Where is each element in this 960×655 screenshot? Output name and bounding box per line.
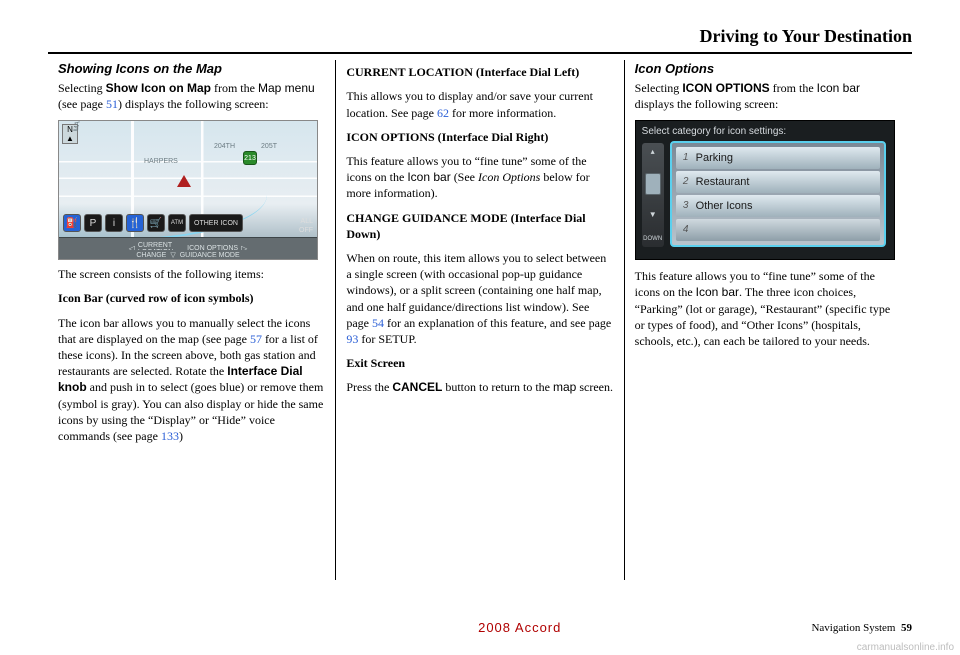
parking-icon[interactable]: P xyxy=(84,214,102,232)
map-screenshot: N▲ 204TH 205T HARPERS MADRID 213 ⛽ P i 🍴… xyxy=(58,120,318,260)
col2-h3: CHANGE GUIDANCE MODE (Interface Dial Dow… xyxy=(346,210,613,242)
road-label-205: 205T xyxy=(261,143,277,150)
all-off-label[interactable]: ALLOFF xyxy=(299,218,313,235)
road-label-204: 204TH xyxy=(214,143,235,150)
map-bottom-bar-2: CHANGE▽GUIDANCE MODE xyxy=(59,250,317,260)
change-label[interactable]: CHANGE xyxy=(136,252,166,259)
icon-options-screenshot: Select category for icon settings: ▴ ▼ D… xyxy=(635,120,895,260)
column-3: Icon Options Selecting ICON OPTIONS from… xyxy=(624,60,912,580)
column-2: CURRENT LOCATION (Interface Dial Left) T… xyxy=(335,60,623,580)
col2-p1: This allows you to display and/or save y… xyxy=(346,88,613,120)
page-link-133[interactable]: 133 xyxy=(161,429,179,443)
scroll-thumb[interactable] xyxy=(645,173,661,195)
col1-p2: The screen consists of the following ite… xyxy=(58,266,325,282)
opt-row-parking[interactable]: 1Parking xyxy=(676,147,880,169)
col2-p2: This feature allows you to “fine tune” s… xyxy=(346,153,613,202)
page-title: Driving to Your Destination xyxy=(699,24,912,48)
col1-intro: Selecting Show Icon on Map from the Map … xyxy=(58,80,325,112)
col2-h1: CURRENT LOCATION (Interface Dial Left) xyxy=(346,64,613,80)
col2-p4: Press the CANCEL button to return to the… xyxy=(346,379,613,395)
other-icon-button[interactable]: OTHER ICON xyxy=(189,214,243,232)
page-link-57[interactable]: 57 xyxy=(250,332,262,346)
col3-heading: Icon Options xyxy=(635,60,902,78)
opt-fig-title: Select category for icon settings: xyxy=(636,121,894,141)
atm-icon[interactable]: ATM xyxy=(168,214,186,232)
col1-h3: Icon Bar (curved row of icon symbols) xyxy=(58,290,325,306)
road-label-harpers: HARPERS xyxy=(144,158,178,165)
page-link-62[interactable]: 62 xyxy=(437,106,449,120)
col3-p1: Selecting ICON OPTIONS from the Icon bar… xyxy=(635,80,902,112)
vehicle-cursor-icon xyxy=(177,175,191,187)
col3-p2: This feature allows you to “fine tune” s… xyxy=(635,268,902,349)
opt-fig-scroll[interactable]: ▴ ▼ DOWN xyxy=(642,143,664,247)
icon-bar: ⛽ P i 🍴 🛒 ATM OTHER ICON ALLOFF xyxy=(59,209,317,237)
opt-row-other[interactable]: 3Other Icons xyxy=(676,195,880,217)
column-1: Showing Icons on the Map Selecting Show … xyxy=(48,60,335,580)
restaurant-icon[interactable]: 🍴 xyxy=(126,214,144,232)
highway-shield-icon: 213 xyxy=(243,151,257,165)
footer-right: Navigation System 59 xyxy=(811,621,912,636)
page-footer: 2008 Accord Navigation System 59 xyxy=(48,619,912,637)
opt-row-restaurant[interactable]: 2Restaurant xyxy=(676,171,880,193)
gas-icon[interactable]: ⛽ xyxy=(63,214,81,232)
col2-h2: ICON OPTIONS (Interface Dial Right) xyxy=(346,129,613,145)
page-link-93[interactable]: 93 xyxy=(346,332,358,346)
page-header: Driving to Your Destination xyxy=(48,24,912,48)
footer-model: 2008 Accord xyxy=(228,619,811,637)
col2-h4: Exit Screen xyxy=(346,355,613,371)
col1-heading: Showing Icons on the Map xyxy=(58,60,325,78)
shopping-icon[interactable]: 🛒 xyxy=(147,214,165,232)
opt-fig-panel: 1Parking 2Restaurant 3Other Icons 4 xyxy=(670,141,886,247)
opt-row-blank: 4 xyxy=(676,219,880,241)
col1-p3: The icon bar allows you to manually sele… xyxy=(58,315,325,445)
content-columns: Showing Icons on the Map Selecting Show … xyxy=(48,60,912,580)
header-rule xyxy=(48,52,912,54)
page-link-51[interactable]: 51 xyxy=(106,97,118,111)
watermark: carmanualsonline.info xyxy=(857,642,954,653)
guidance-mode-label[interactable]: GUIDANCE MODE xyxy=(180,252,240,259)
info-icon[interactable]: i xyxy=(105,214,123,232)
page-link-54[interactable]: 54 xyxy=(372,316,384,330)
col2-p3: When on route, this item allows you to s… xyxy=(346,250,613,347)
